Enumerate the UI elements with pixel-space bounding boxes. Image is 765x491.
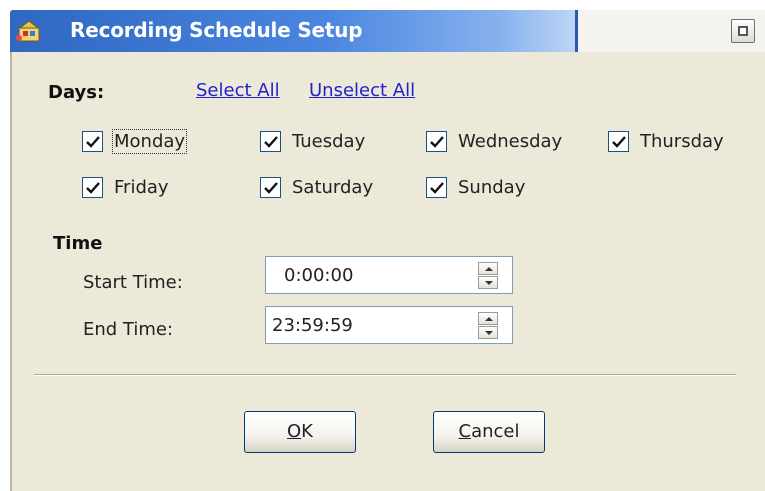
checkbox-tuesday-label: Tuesday <box>292 131 366 152</box>
checkbox-thursday-label: Thursday <box>640 131 724 152</box>
start-time-label: Start Time: <box>83 272 183 293</box>
end-time-spinner[interactable] <box>478 312 498 340</box>
start-time-spinner[interactable] <box>478 262 498 290</box>
start-time-down-button[interactable] <box>478 276 498 289</box>
restore-icon <box>738 26 748 36</box>
checkbox-monday-box[interactable] <box>82 131 103 152</box>
window-title: Recording Schedule Setup <box>70 18 363 42</box>
ok-button-mnemonic: O <box>287 421 302 442</box>
recording-schedule-dialog: Recording Schedule Setup Days: Select Al… <box>0 0 765 491</box>
cancel-button[interactable]: Cancel <box>433 411 545 453</box>
arrow-up-icon <box>485 267 493 271</box>
end-time-label: End Time: <box>83 319 174 340</box>
checkbox-sunday-box[interactable] <box>426 177 447 198</box>
checkbox-tuesday-box[interactable] <box>260 131 281 152</box>
separator <box>34 374 736 376</box>
checkbox-monday-label: Monday <box>111 129 188 154</box>
end-time-field[interactable]: 23:59:59 <box>265 306 513 344</box>
checkbox-thursday-box[interactable] <box>608 131 629 152</box>
start-time-value[interactable]: 0:00:00 <box>284 265 353 286</box>
checkbox-wednesday[interactable]: Wednesday <box>426 130 572 156</box>
checkbox-friday-label: Friday <box>114 177 169 198</box>
checkbox-wednesday-label: Wednesday <box>458 131 563 152</box>
ok-button[interactable]: OK <box>244 411 356 453</box>
cancel-button-label-rest: ancel <box>471 421 520 442</box>
checkbox-saturday-box[interactable] <box>260 177 281 198</box>
time-label: Time <box>53 233 103 254</box>
end-time-value[interactable]: 23:59:59 <box>272 315 353 336</box>
cancel-button-mnemonic: C <box>458 421 472 442</box>
checkbox-wednesday-box[interactable] <box>426 131 447 152</box>
arrow-down-icon <box>485 281 493 285</box>
select-all-link[interactable]: Select All <box>196 80 280 101</box>
end-time-down-button[interactable] <box>478 326 498 339</box>
restore-button[interactable] <box>731 19 755 43</box>
title-bar[interactable]: Recording Schedule Setup <box>10 10 585 52</box>
end-time-up-button[interactable] <box>478 312 498 325</box>
unselect-all-link[interactable]: Unselect All <box>309 80 415 101</box>
checkbox-saturday-label: Saturday <box>292 177 374 198</box>
arrow-down-icon <box>485 331 493 335</box>
checkbox-friday-box[interactable] <box>82 177 103 198</box>
start-time-up-button[interactable] <box>478 262 498 275</box>
ok-button-label-rest: K <box>301 421 313 442</box>
start-time-field[interactable]: 0:00:00 <box>265 256 513 294</box>
arrow-up-icon <box>485 317 493 321</box>
days-label: Days: <box>48 82 105 103</box>
app-icon <box>14 18 44 44</box>
checkbox-sunday-label: Sunday <box>458 177 526 198</box>
